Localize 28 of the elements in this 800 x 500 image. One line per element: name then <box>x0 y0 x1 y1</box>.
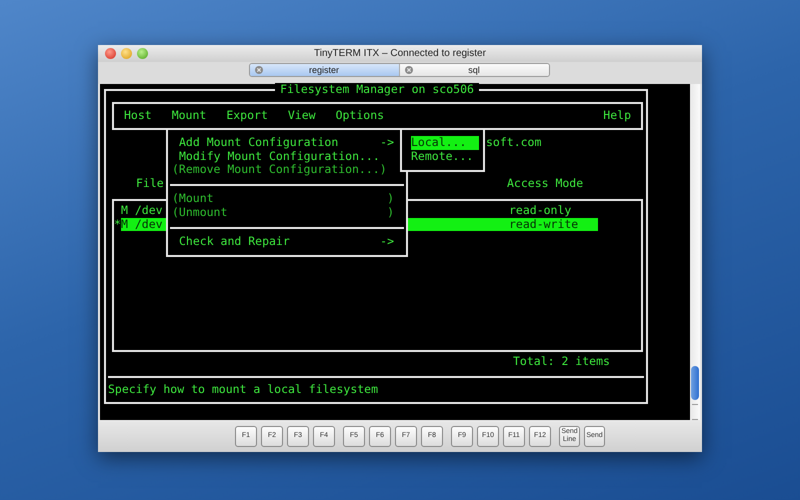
tab[interactable]: sql <box>398 64 548 76</box>
menu-item[interactable]: Help <box>603 109 631 123</box>
minimize-button[interactable] <box>121 48 132 59</box>
close-icon[interactable] <box>254 66 262 74</box>
menu-item[interactable]: Host <box>124 109 152 123</box>
tab[interactable]: register <box>250 64 398 76</box>
close-icon[interactable] <box>404 66 412 74</box>
menu-item[interactable]: Add Mount Configuration -> <box>168 136 394 150</box>
row-marker: * <box>114 218 121 232</box>
submenu-item[interactable]: Remote... <box>411 150 479 164</box>
status-text: Specify how to mount a local filesystem <box>108 383 378 397</box>
scroll-thumb[interactable] <box>691 366 699 400</box>
menu-item[interactable]: Export <box>226 109 268 123</box>
menu-item[interactable]: Mount <box>172 109 206 123</box>
screen-title: Filesystem Manager on sco506 <box>275 83 479 97</box>
menu-item[interactable]: Modify Mount Configuration... <box>168 150 394 164</box>
zoom-button[interactable] <box>137 48 148 59</box>
submenu-item[interactable]: Local... <box>411 136 479 150</box>
menu-item[interactable]: Check and Repair -> <box>168 234 394 248</box>
close-button[interactable] <box>105 48 116 59</box>
column-header: File <box>136 177 164 191</box>
total-text: Total: 2 items <box>513 355 610 369</box>
column-header: Access Mode <box>507 177 584 191</box>
hostname-text: soft.com <box>486 136 542 150</box>
window-title: TinyTERM ITX – Connected to register <box>314 48 486 59</box>
menu-item[interactable]: View <box>288 109 316 123</box>
scrollbar[interactable] <box>690 84 700 420</box>
menu-item[interactable]: Options <box>336 109 384 123</box>
